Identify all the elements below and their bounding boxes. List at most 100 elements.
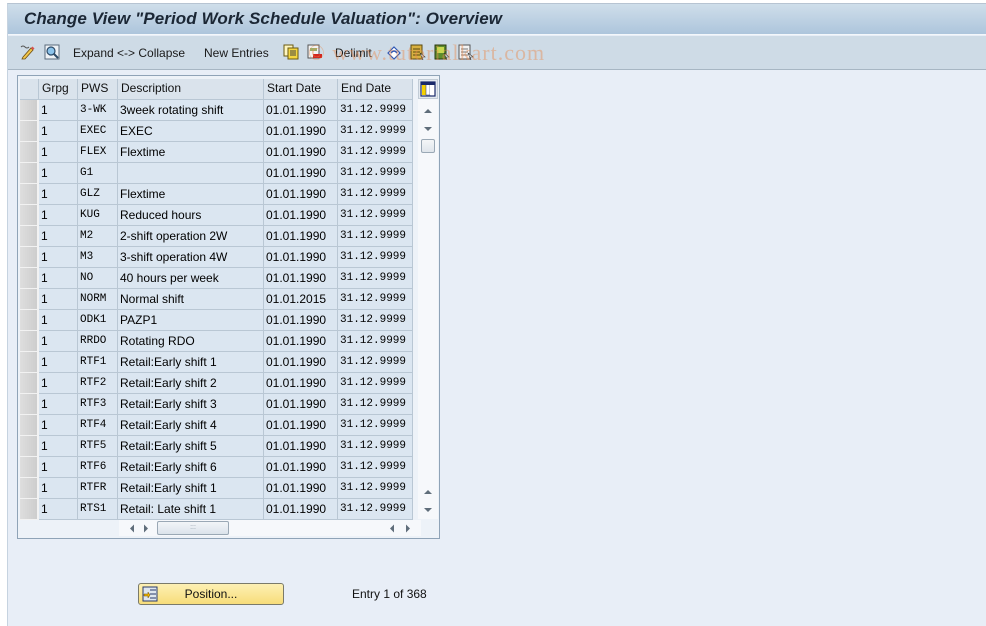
cell-start-date[interactable]: 01.01.1990 — [264, 352, 338, 373]
table-row[interactable]: 1 RTS1 Retail: Late shift 1 01.01.1990 31.12… — [20, 499, 413, 520]
row-selector[interactable] — [20, 436, 39, 457]
row-selector[interactable] — [20, 184, 39, 205]
row-selector[interactable] — [20, 415, 39, 436]
table-row[interactable]: 1 ODK1 PAZP1 01.01.1990 31.12.9999 — [20, 310, 413, 331]
select-all-icon[interactable] — [410, 44, 426, 61]
row-selector[interactable] — [20, 121, 39, 142]
row-selector[interactable] — [20, 310, 39, 331]
table-row[interactable]: 1 GLZ Flextime 01.01.1990 31.12.9999 — [20, 184, 413, 205]
cell-end-date[interactable]: 31.12.9999 — [338, 163, 413, 184]
row-selector[interactable] — [20, 499, 39, 520]
table-row[interactable]: 1 G1 01.01.1990 31.12.9999 — [20, 163, 413, 184]
cell-description[interactable]: Retail:Early shift 1 — [118, 478, 264, 499]
column-header-description[interactable]: Description — [118, 79, 264, 100]
row-selector[interactable] — [20, 247, 39, 268]
row-selector[interactable] — [20, 352, 39, 373]
cell-start-date[interactable]: 01.01.1990 — [264, 163, 338, 184]
cell-end-date[interactable]: 31.12.9999 — [338, 352, 413, 373]
cell-grpg[interactable]: 1 — [39, 394, 78, 415]
row-selector[interactable] — [20, 142, 39, 163]
cell-grpg[interactable]: 1 — [39, 499, 78, 520]
cell-pws[interactable]: NO — [78, 268, 118, 289]
table-row[interactable]: 1 FLEX Flextime 01.01.1990 31.12.9999 — [20, 142, 413, 163]
cell-start-date[interactable]: 01.01.1990 — [264, 331, 338, 352]
cell-pws[interactable]: RTF4 — [78, 415, 118, 436]
cell-end-date[interactable]: 31.12.9999 — [338, 499, 413, 520]
cell-grpg[interactable]: 1 — [39, 289, 78, 310]
cell-pws[interactable]: G1 — [78, 163, 118, 184]
column-header-grpg[interactable]: Grpg — [39, 79, 78, 100]
new-entries-button[interactable]: New Entries — [204, 44, 269, 62]
table-row[interactable]: 1 M3 3-shift operation 4W 01.01.1990 31.12.9… — [20, 247, 413, 268]
table-row[interactable]: 1 NORM Normal shift 01.01.2015 31.12.9999 — [20, 289, 413, 310]
cell-end-date[interactable]: 31.12.9999 — [338, 100, 413, 121]
cell-description[interactable]: EXEC — [118, 121, 264, 142]
cell-end-date[interactable]: 31.12.9999 — [338, 247, 413, 268]
row-selector[interactable] — [20, 163, 39, 184]
cell-start-date[interactable]: 01.01.1990 — [264, 499, 338, 520]
table-row[interactable]: 1 RRDO Rotating RDO 01.01.1990 31.12.9999 — [20, 331, 413, 352]
cell-description[interactable]: PAZP1 — [118, 310, 264, 331]
cell-description[interactable] — [118, 163, 264, 184]
undo-change-icon[interactable] — [386, 44, 402, 60]
cell-grpg[interactable]: 1 — [39, 310, 78, 331]
cell-start-date[interactable]: 01.01.1990 — [264, 415, 338, 436]
table-row[interactable]: 1 RTF2 Retail:Early shift 2 01.01.1990 31.12… — [20, 373, 413, 394]
table-row[interactable]: 1 NO 40 hours per week 01.01.1990 31.12.9999 — [20, 268, 413, 289]
cell-grpg[interactable]: 1 — [39, 268, 78, 289]
cell-description[interactable]: Flextime — [118, 184, 264, 205]
cell-end-date[interactable]: 31.12.9999 — [338, 205, 413, 226]
cell-description[interactable]: 40 hours per week — [118, 268, 264, 289]
cell-pws[interactable]: RTF5 — [78, 436, 118, 457]
row-selector[interactable] — [20, 100, 39, 121]
cell-start-date[interactable]: 01.01.1990 — [264, 373, 338, 394]
cell-pws[interactable]: EXEC — [78, 121, 118, 142]
column-header-end-date[interactable]: End Date — [338, 79, 413, 100]
scroll-page-down-button[interactable] — [420, 502, 436, 518]
cell-pws[interactable]: NORM — [78, 289, 118, 310]
cell-grpg[interactable]: 1 — [39, 100, 78, 121]
table-row[interactable]: 1 KUG Reduced hours 01.01.1990 31.12.9999 — [20, 205, 413, 226]
cell-description[interactable]: Flextime — [118, 142, 264, 163]
cell-grpg[interactable]: 1 — [39, 226, 78, 247]
cell-start-date[interactable]: 01.01.1990 — [264, 247, 338, 268]
scroll-up-button[interactable] — [420, 103, 436, 119]
cell-end-date[interactable]: 31.12.9999 — [338, 226, 413, 247]
cell-description[interactable]: Reduced hours — [118, 205, 264, 226]
cell-end-date[interactable]: 31.12.9999 — [338, 121, 413, 142]
cell-start-date[interactable]: 01.01.1990 — [264, 457, 338, 478]
cell-grpg[interactable]: 1 — [39, 184, 78, 205]
row-selector[interactable] — [20, 205, 39, 226]
vertical-scroll-thumb[interactable] — [421, 139, 435, 153]
cell-pws[interactable]: ODK1 — [78, 310, 118, 331]
horizontal-scrollbar[interactable]: ::: — [119, 520, 421, 536]
cell-description[interactable]: Retail:Early shift 2 — [118, 373, 264, 394]
select-all-rows-button[interactable] — [20, 79, 39, 100]
cell-end-date[interactable]: 31.12.9999 — [338, 142, 413, 163]
cell-end-date[interactable]: 31.12.9999 — [338, 436, 413, 457]
cell-grpg[interactable]: 1 — [39, 436, 78, 457]
select-block-icon[interactable] — [434, 44, 450, 61]
row-selector[interactable] — [20, 394, 39, 415]
table-row[interactable]: 1 RTF3 Retail:Early shift 3 01.01.1990 31.12… — [20, 394, 413, 415]
cell-description[interactable]: Retail:Early shift 1 — [118, 352, 264, 373]
cell-start-date[interactable]: 01.01.1990 — [264, 436, 338, 457]
cell-start-date[interactable]: 01.01.1990 — [264, 184, 338, 205]
cell-end-date[interactable]: 31.12.9999 — [338, 415, 413, 436]
table-row[interactable]: 1 3-WK 3week rotating shift 01.01.1990 31.12… — [20, 100, 413, 121]
cell-end-date[interactable]: 31.12.9999 — [338, 373, 413, 394]
cell-start-date[interactable]: 01.01.1990 — [264, 268, 338, 289]
cell-start-date[interactable]: 01.01.1990 — [264, 205, 338, 226]
find-icon[interactable] — [44, 44, 60, 60]
cell-start-date[interactable]: 01.01.1990 — [264, 310, 338, 331]
column-header-start-date[interactable]: Start Date — [264, 79, 338, 100]
table-row[interactable]: 1 RTF5 Retail:Early shift 5 01.01.1990 31.12… — [20, 436, 413, 457]
cell-start-date[interactable]: 01.01.1990 — [264, 394, 338, 415]
cell-end-date[interactable]: 31.12.9999 — [338, 268, 413, 289]
cell-pws[interactable]: RTF3 — [78, 394, 118, 415]
row-selector[interactable] — [20, 457, 39, 478]
cell-grpg[interactable]: 1 — [39, 142, 78, 163]
table-row[interactable]: 1 RTF1 Retail:Early shift 1 01.01.1990 31.12… — [20, 352, 413, 373]
cell-grpg[interactable]: 1 — [39, 373, 78, 394]
horizontal-scroll-thumb[interactable]: ::: — [157, 521, 229, 535]
